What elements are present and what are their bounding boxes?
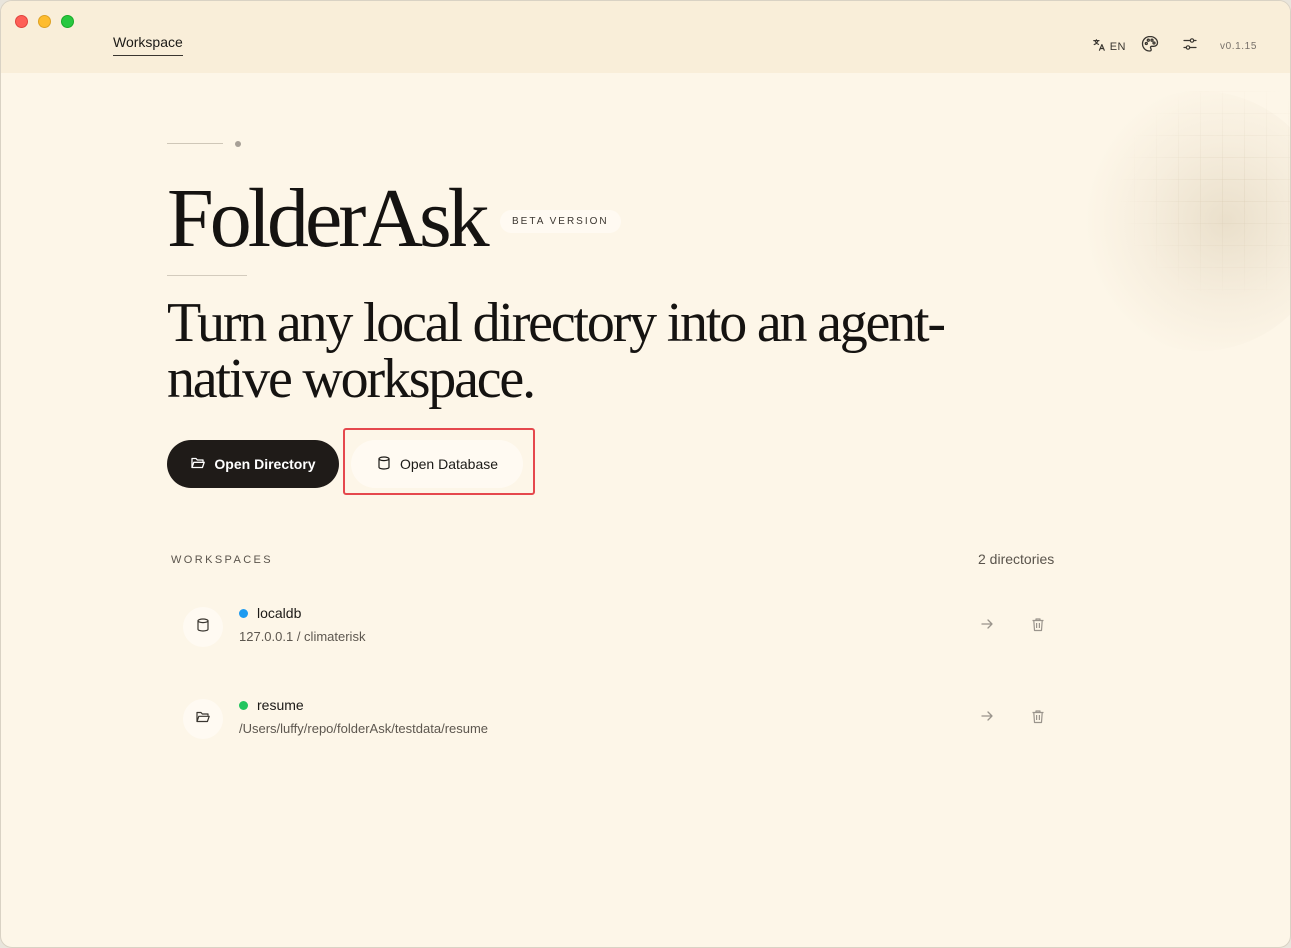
workspace-icon [183,699,223,739]
minimize-window-button[interactable] [38,15,51,28]
header-controls: EN v0.1.15 [1092,34,1257,59]
delete-workspace-button[interactable] [1031,709,1045,729]
arrow-right-icon [980,617,994,636]
close-window-button[interactable] [15,15,28,28]
delete-workspace-button[interactable] [1031,617,1045,637]
decorative-rule [167,143,223,144]
workspaces-count: 2 directories [978,551,1055,567]
open-workspace-button[interactable] [980,709,994,728]
version-label: v0.1.15 [1219,41,1257,52]
open-directory-label: Open Directory [214,456,316,472]
status-dot [239,701,248,710]
background-grid [1090,91,1290,291]
workspace-item-localdb[interactable]: localdb 127.0.0.1 / climaterisk [181,591,1061,661]
workspace-name: resume [257,697,304,713]
decorative-dot [235,141,241,147]
tab-workspace[interactable]: Workspace [113,34,183,56]
open-database-button[interactable]: Open Database [351,440,523,488]
app-window: Workspace EN v0.1.15 FolderAsk BETA VERS… [0,0,1291,948]
settings-sliders-icon [1182,36,1198,57]
tagline: Turn any local directory into an agent- … [167,295,1067,407]
workspace-name: localdb [257,605,302,621]
database-icon [195,617,211,638]
maximize-window-button[interactable] [61,15,74,28]
palette-icon [1140,34,1160,59]
language-switcher[interactable]: EN [1092,38,1126,55]
workspaces-heading: WORKSPACES [171,554,274,566]
beta-badge: BETA VERSION [500,210,621,233]
folder-open-icon [190,455,206,474]
title-bar: Workspace EN v0.1.15 [1,1,1290,73]
brand-title: FolderAsk [167,172,490,265]
trash-icon [1031,617,1045,637]
workspace-path: /Users/luffy/repo/folderAsk/testdata/res… [239,721,489,736]
database-icon [376,455,392,474]
palette-button[interactable] [1140,34,1160,59]
workspace-icon [183,607,223,647]
workspace-path: 127.0.0.1 / climaterisk [239,629,366,644]
tagline-line-2: native workspace. [167,348,536,410]
settings-button[interactable] [1182,36,1198,57]
open-database-label: Open Database [399,456,499,472]
folder-open-icon [195,709,211,730]
language-label: EN [1109,40,1126,53]
decorative-rule [167,275,247,276]
workspace-item-resume[interactable]: resume /Users/luffy/repo/folderAsk/testd… [181,683,1061,753]
open-workspace-button[interactable] [980,617,994,636]
arrow-right-icon [980,709,994,728]
tagline-line-1: Turn any local directory into an agent- [167,292,946,354]
translate-icon [1092,38,1106,55]
status-dot [239,609,248,618]
open-directory-button[interactable]: Open Directory [167,440,339,488]
trash-icon [1031,709,1045,729]
